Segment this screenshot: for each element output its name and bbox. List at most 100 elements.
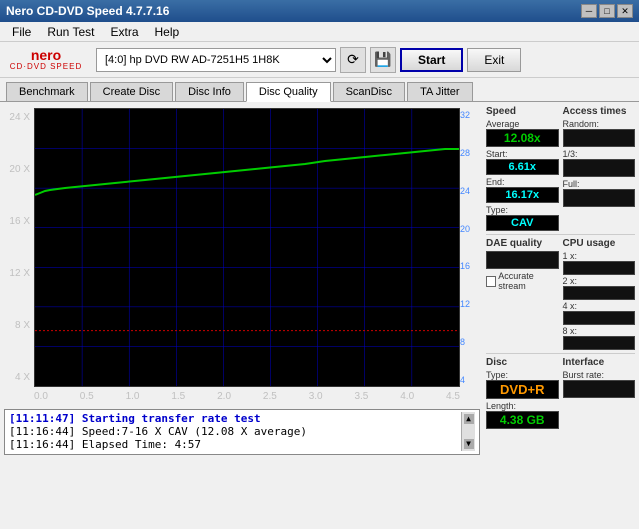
cpu-2x-value [563,286,636,300]
chart-area [34,108,460,387]
disc-title: Disc [486,357,559,368]
start-value: 6.61x [486,159,559,175]
log-line-2: [11:16:44] Elapsed Time: 4:57 [9,438,461,451]
tab-benchmark[interactable]: Benchmark [6,82,88,101]
title-text: Nero CD-DVD Speed 4.7.7.16 [6,4,169,18]
maximize-button[interactable]: □ [599,4,615,18]
cpu-title: CPU usage [563,238,636,249]
log-line-0: [11:11:47] Starting transfer rate test [9,412,461,425]
dae-title: DAE quality [486,238,559,249]
drive-select[interactable]: [4:0] hp DVD RW AD-7251H5 1H8K [96,48,336,72]
save-icon-btn[interactable]: 💾 [370,47,396,73]
cpu-4x-label: 4 x: [563,301,636,311]
y-right-32: 32 [460,110,470,120]
tab-scan-disc[interactable]: ScanDisc [333,82,405,101]
type-label: Type: [486,205,559,215]
y-right-8: 8 [460,337,465,347]
access-times-title: Access times [563,106,636,117]
y-right-16: 16 [460,261,470,271]
y-right-28: 28 [460,148,470,158]
x-label-25: 2.5 [263,391,277,405]
dae-value [486,251,559,269]
menu-help[interactable]: Help [147,23,188,41]
log-scrollbar[interactable]: ▲ ▼ [461,412,475,451]
y-right-12: 12 [460,299,470,309]
nero-logo: nero CD·DVD SPEED [6,45,86,75]
toolbar: nero CD·DVD SPEED [4:0] hp DVD RW AD-725… [0,42,639,78]
disc-length-label: Length: [486,401,559,411]
nero-text: nero [31,48,61,62]
speed-title: Speed [486,106,559,117]
minimize-button[interactable]: ─ [581,4,597,18]
disc-length-value: 4.38 GB [486,411,559,429]
burst-rate-label: Burst rate: [563,370,636,380]
x-label-15: 1.5 [171,391,185,405]
menu-run-test[interactable]: Run Test [39,23,102,41]
average-label: Average [486,119,559,129]
tab-ta-jitter[interactable]: TA Jitter [407,82,473,101]
x-label-10: 1.0 [126,391,140,405]
x-label-20: 2.0 [217,391,231,405]
start-label: Start: [486,149,559,159]
accurate-stream-checkbox[interactable] [486,276,496,287]
cpu-8x-value [563,336,636,350]
disc-section: Disc Type: DVD+R Length: 4.38 GB [486,357,559,429]
tab-disc-info[interactable]: Disc Info [175,82,244,101]
cpu-4x-value [563,311,636,325]
y-right-20: 20 [460,224,470,234]
disc-type-value: DVD+R [486,380,559,399]
exit-button[interactable]: Exit [467,48,521,72]
y-right-24: 24 [460,186,470,196]
tab-disc-quality[interactable]: Disc Quality [246,82,331,102]
tab-create-disc[interactable]: Create Disc [90,82,173,101]
menu-bar: File Run Test Extra Help [0,22,639,42]
y-axis-left: 24 X 20 X 16 X 12 X 8 X 4 X [4,108,34,387]
y-label-8x: 8 X [15,320,30,331]
full-value [563,189,636,207]
title-controls: ─ □ ✕ [581,4,633,18]
speed-access-row: Speed Average 12.08x Start: 6.61x End: 1… [486,106,635,231]
onethird-label: 1/3: [563,149,636,159]
tab-bar: Benchmark Create Disc Disc Info Disc Qua… [0,78,639,102]
y-label-20x: 20 X [9,164,30,175]
speed-section: Speed Average 12.08x Start: 6.61x End: 1… [486,106,559,231]
onethird-value [563,159,636,177]
burst-rate-value [563,380,636,398]
cpu-1x-label: 1 x: [563,251,636,261]
random-value [563,129,636,147]
x-label-0: 0.0 [34,391,48,405]
disc-interface-row: Disc Type: DVD+R Length: 4.38 GB Interfa… [486,357,635,429]
divider-1 [486,234,635,235]
cpu-section: CPU usage 1 x: 2 x: 4 x: 8 x: [563,238,636,350]
interface-section: Interface Burst rate: [563,357,636,429]
type-value: CAV [486,215,559,231]
average-value: 12.08x [486,129,559,147]
log-content: [11:11:47] Starting transfer rate test [… [9,412,461,451]
y-label-12x: 12 X [9,268,30,279]
chart-svg [35,109,459,386]
full-label: Full: [563,179,636,189]
x-axis: 0.0 0.5 1.0 1.5 2.0 2.5 3.0 3.5 4.0 4.5 [34,391,460,405]
random-label: Random: [563,119,636,129]
menu-extra[interactable]: Extra [102,23,146,41]
y-label-24x: 24 X [9,112,30,123]
start-button[interactable]: Start [400,48,463,72]
dae-cpu-row: DAE quality Accurate stream CPU usage 1 … [486,238,635,350]
accurate-stream-label: Accurate stream [498,271,558,291]
y-right-4: 4 [460,375,465,385]
cpu-2x-label: 2 x: [563,276,636,286]
accurate-stream-row: Accurate stream [486,271,559,291]
title-bar: Nero CD-DVD Speed 4.7.7.16 ─ □ ✕ [0,0,639,22]
dae-section: DAE quality Accurate stream [486,238,559,350]
right-panel: Speed Average 12.08x Start: 6.61x End: 1… [484,102,639,459]
access-times-section: Access times Random: 1/3: Full: [563,106,636,231]
menu-file[interactable]: File [4,23,39,41]
cdspeed-text: CD·DVD SPEED [10,62,82,71]
x-label-05: 0.5 [80,391,94,405]
y-axis-right: 32 28 24 20 16 12 8 4 [460,108,478,387]
x-label-35: 3.5 [354,391,368,405]
close-button[interactable]: ✕ [617,4,633,18]
refresh-icon-btn[interactable]: ⟳ [340,47,366,73]
disc-type-label: Type: [486,370,559,380]
end-value: 16.17x [486,187,559,203]
